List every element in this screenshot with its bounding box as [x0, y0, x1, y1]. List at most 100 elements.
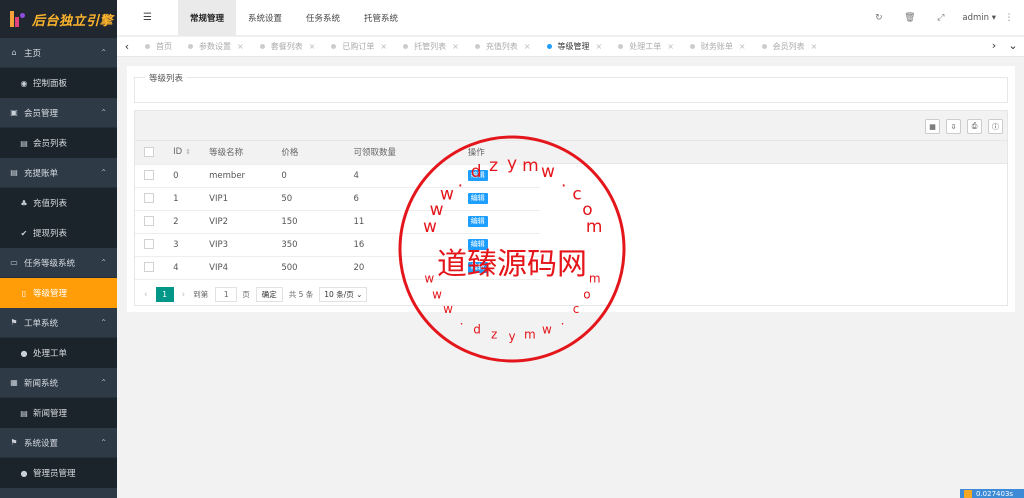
pagination: ‹ 1 › 到第 1 页 确定 共 5 条 10 条/页 ⌄	[144, 287, 368, 302]
tab-6[interactable]: 等级管理 ×	[539, 37, 611, 57]
column-header-name: 等级名称	[201, 141, 274, 165]
total-count: 共 5 条	[288, 290, 314, 299]
sidebar-item-3-0[interactable]: ▯ 等级管理	[0, 278, 117, 308]
more-icon[interactable]: ⋮	[1002, 13, 1016, 23]
sidebar-group-4[interactable]: ⚑ 工单系统 ⌃	[0, 308, 117, 338]
close-icon[interactable]: ×	[667, 42, 674, 51]
list-icon: ▤	[20, 138, 28, 148]
sidebar-item-6-0[interactable]: ● 管理员管理	[0, 458, 117, 488]
page-size-select[interactable]: 10 条/页 ⌄	[319, 287, 368, 302]
chevron-up-icon: ⌃	[100, 108, 107, 117]
column-header-id[interactable]: ID ⇕	[165, 141, 202, 165]
sidebar-group-0[interactable]: ⌂ 主页 ⌃	[0, 38, 117, 68]
cell-name: member	[201, 164, 274, 188]
row-checkbox[interactable]	[144, 216, 154, 227]
sidebar-item-0-0[interactable]: ◉ 控制面板	[0, 68, 117, 98]
tab-0[interactable]: 首页	[137, 37, 180, 57]
watermark-char: d	[471, 162, 482, 182]
info-icon[interactable]: ⓘ	[988, 119, 1003, 134]
tab-label: 首页	[156, 42, 172, 51]
column-header-price: 价格	[273, 141, 346, 165]
sidebar-item-4-0[interactable]: ● 处理工单	[0, 338, 117, 368]
row-checkbox[interactable]	[144, 262, 154, 273]
row-checkbox-cell	[135, 187, 166, 211]
sidebar-group-1[interactable]: ▣ 会员管理 ⌃	[0, 98, 117, 128]
close-icon[interactable]: ×	[309, 42, 316, 51]
refresh-icon[interactable]: ↻	[863, 13, 894, 23]
columns-icon[interactable]: ▦	[925, 119, 940, 134]
watermark-char: m	[524, 328, 536, 342]
sidebar-group-3[interactable]: ▭ 任务等级系统 ⌃	[0, 248, 117, 278]
goto-confirm-button[interactable]: 确定	[255, 287, 283, 302]
sidebar-item-2-1[interactable]: ✔ 提现列表	[0, 218, 117, 248]
tab-9[interactable]: 会员列表 ×	[754, 37, 826, 57]
flag-icon: ⚑	[10, 318, 18, 327]
fullscreen-icon[interactable]: ⤢	[925, 13, 956, 23]
sidebar-group-6[interactable]: ⚑ 系统设置 ⌃	[0, 428, 117, 458]
tab-8[interactable]: 财务账单 ×	[682, 37, 754, 57]
tab-dot-icon	[259, 44, 265, 49]
close-icon[interactable]: ×	[452, 42, 459, 51]
sidebar-group-label: 会员管理	[24, 108, 59, 119]
row-checkbox[interactable]	[144, 170, 154, 181]
export-icon[interactable]: ⇩	[946, 119, 961, 134]
top-nav-item-2[interactable]: 任务系统	[294, 0, 352, 36]
row-checkbox[interactable]	[144, 239, 154, 250]
top-nav-item-0[interactable]: 常规管理	[178, 0, 237, 36]
close-icon[interactable]: ×	[237, 42, 244, 51]
logo[interactable]: 后台独立引擎	[0, 0, 117, 38]
tab-3[interactable]: 已购订单 ×	[323, 37, 395, 57]
sidebar-item-1-0[interactable]: ▤ 会员列表	[0, 128, 117, 158]
close-icon[interactable]: ×	[596, 42, 603, 51]
top-nav-item-1[interactable]: 系统设置	[236, 0, 294, 36]
tab-dot-icon	[474, 44, 480, 49]
render-time-badge: 0.027403s	[960, 489, 1024, 498]
row-checkbox-cell	[135, 256, 166, 280]
sidebar-item-5-0[interactable]: ▤ 新闻管理	[0, 398, 117, 428]
sidebar-item-label: 提现列表	[33, 229, 68, 239]
sidebar-group-2[interactable]: ▤ 充提账单 ⌃	[0, 158, 117, 188]
watermark-char: d	[473, 322, 481, 336]
watermark-char: w	[443, 302, 453, 316]
goto-page-input[interactable]: 1	[215, 287, 238, 302]
tab-menu-icon[interactable]: ⌄	[1006, 39, 1020, 52]
tab-dot-icon	[331, 44, 337, 49]
home-icon: ⌂	[11, 48, 17, 57]
page-prev-icon[interactable]: ‹	[144, 290, 148, 300]
watermark-char: .	[460, 314, 464, 328]
tab-2[interactable]: 套餐列表 ×	[252, 37, 324, 57]
tab-1[interactable]: 参数设置 ×	[180, 37, 252, 57]
sidebar-item-label: 新闻管理	[33, 409, 68, 419]
tab-prev-icon[interactable]: ‹	[117, 40, 137, 53]
close-icon[interactable]: ×	[380, 42, 387, 51]
goto-suffix: 页	[242, 290, 250, 299]
menu-toggle-icon[interactable]: ☰	[117, 0, 178, 36]
close-icon[interactable]: ×	[739, 42, 746, 51]
sidebar-group-5[interactable]: ▦ 新闻系统 ⌃	[0, 368, 117, 398]
close-icon[interactable]: ×	[811, 42, 818, 51]
user-menu[interactable]: admin ▾	[956, 13, 1002, 23]
select-all-checkbox[interactable]	[144, 147, 154, 157]
row-checkbox[interactable]	[144, 193, 154, 204]
watermark-char: z	[491, 328, 497, 342]
tab-next-icon[interactable]: ›	[984, 39, 1004, 52]
tab-4[interactable]: 托管列表 ×	[395, 37, 467, 57]
close-icon[interactable]: ×	[524, 42, 531, 51]
sidebar-item-2-0[interactable]: ♣ 充值列表	[0, 188, 117, 218]
group-icon: ♣	[20, 198, 28, 208]
tab-5[interactable]: 充值列表 ×	[467, 37, 539, 57]
print-icon[interactable]: ⎙	[967, 119, 982, 134]
sort-icon[interactable]: ⇕	[185, 148, 191, 156]
top-nav-item-3[interactable]: 托管系统	[352, 0, 410, 36]
top-nav: 常规管理 系统设置 任务系统 托管系统	[178, 0, 410, 36]
sidebar-group-label: 系统设置	[24, 438, 59, 449]
cell-price: 500	[273, 256, 346, 280]
page-next-icon[interactable]: ›	[182, 290, 186, 300]
current-page[interactable]: 1	[155, 287, 174, 302]
tab-7[interactable]: 处理工单 ×	[610, 37, 682, 57]
trash-icon[interactable]: 🗑	[894, 13, 925, 23]
watermark-char: w	[432, 288, 442, 302]
sidebar-group-7[interactable]: ▤财务账单⌃	[0, 488, 117, 498]
tab-dot-icon	[145, 44, 150, 49]
top-bar: ☰ 常规管理 系统设置 任务系统 托管系统 ↻ 🗑 ⤢ admin ▾ ⋮	[117, 0, 1024, 36]
